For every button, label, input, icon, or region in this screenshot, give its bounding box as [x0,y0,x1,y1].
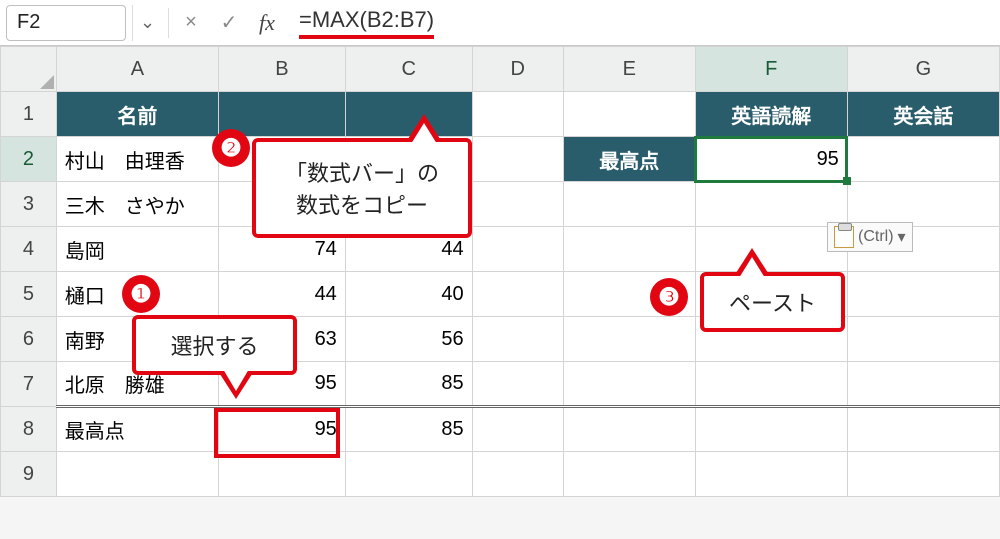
cell-F7[interactable] [695,362,847,407]
formula-bar: F2 ⌄ × ✓ fx =MAX(B2:B7) [0,0,1000,46]
row-header-2[interactable]: 2 [1,137,57,182]
cell-F2[interactable]: 95 [695,137,847,182]
annotation-badge-2: ❷ [212,129,250,167]
cell-D5[interactable] [472,272,563,317]
cell-A1[interactable]: 名前 [56,92,218,137]
cell-E6[interactable] [563,317,695,362]
row-header-3[interactable]: 3 [1,182,57,227]
cell-A8[interactable]: 最高点 [56,407,218,452]
cell-B8[interactable]: 95 [219,407,346,452]
col-header-G[interactable]: G [847,47,999,92]
cell-E9[interactable] [563,452,695,497]
cell-G9[interactable] [847,452,999,497]
annotation-callout-select: 選択する [132,315,297,375]
cell-G3[interactable] [847,182,999,227]
col-header-B[interactable]: B [219,47,346,92]
spreadsheet-grid: A B C D E F G 1 名前 英語読解 英会話 2 村山 由理香 最高点… [0,46,1000,497]
cell-A4[interactable]: 島岡 [56,227,218,272]
cell-D4[interactable] [472,227,563,272]
cell-E8[interactable] [563,407,695,452]
name-box-dropdown[interactable]: ⌄ [132,5,162,41]
callout-2-line1: 「数式バー」の [276,156,448,188]
cell-G8[interactable] [847,407,999,452]
row-9: 9 [1,452,1000,497]
annotation-badge-3: ❸ [650,278,688,316]
formula-input[interactable]: =MAX(B2:B7) [289,5,994,41]
name-box[interactable]: F2 [6,5,126,41]
name-box-value: F2 [17,11,40,34]
row-3: 3 三木 さやか 82 85 [1,182,1000,227]
row-header-5[interactable]: 5 [1,272,57,317]
row-header-8[interactable]: 8 [1,407,57,452]
paste-options-button[interactable]: (Ctrl) ▾ [827,222,913,252]
col-header-C[interactable]: C [345,47,472,92]
cell-A9[interactable] [56,452,218,497]
accept-formula-button[interactable]: ✓ [213,7,245,39]
cell-B9[interactable] [219,452,346,497]
row-8: 8 最高点 95 85 [1,407,1000,452]
cell-G7[interactable] [847,362,999,407]
cell-B5[interactable]: 44 [219,272,346,317]
row-header-9[interactable]: 9 [1,452,57,497]
callout-1-text: 選択する [170,334,258,359]
row-header-7[interactable]: 7 [1,362,57,407]
annotation-callout-formula-copy: 「数式バー」の 数式をコピー [252,138,472,238]
annotation-badge-1: ❶ [122,275,160,313]
cell-E4[interactable] [563,227,695,272]
cell-D7[interactable] [472,362,563,407]
cell-G1[interactable]: 英会話 [847,92,999,137]
chevron-down-icon: ▾ [898,227,906,247]
col-header-D[interactable]: D [472,47,563,92]
cell-G2[interactable] [847,137,999,182]
col-header-F[interactable]: F [695,47,847,92]
select-all-corner[interactable] [1,47,57,92]
cell-A3[interactable]: 三木 さやか [56,182,218,227]
formula-text: =MAX(B2:B7) [299,7,434,39]
cell-D8[interactable] [472,407,563,452]
row-header-1[interactable]: 1 [1,92,57,137]
cell-C8[interactable]: 85 [345,407,472,452]
cell-C7[interactable]: 85 [345,362,472,407]
callout-3-text: ペースト [729,291,816,316]
cell-E7[interactable] [563,362,695,407]
cell-C5[interactable]: 40 [345,272,472,317]
row-1: 1 名前 英語読解 英会話 [1,92,1000,137]
cell-A2[interactable]: 村山 由理香 [56,137,218,182]
cell-D1[interactable] [472,92,563,137]
row-header-4[interactable]: 4 [1,227,57,272]
row-header-6[interactable]: 6 [1,317,57,362]
cell-G5[interactable] [847,272,999,317]
cell-F9[interactable] [695,452,847,497]
row-2: 2 村山 由理香 最高点 95 [1,137,1000,182]
cell-E1[interactable] [563,92,695,137]
divider [168,8,169,38]
cell-F4[interactable] [695,227,847,272]
cell-F8[interactable] [695,407,847,452]
callout-2-line2: 数式をコピー [276,188,448,220]
insert-function-button[interactable]: fx [251,7,283,39]
cell-D3[interactable] [472,182,563,227]
cell-D2[interactable] [472,137,563,182]
cell-C6[interactable]: 56 [345,317,472,362]
paste-options-label: (Ctrl) [858,228,894,246]
column-header-row: A B C D E F G [1,47,1000,92]
cell-F3[interactable] [695,182,847,227]
cell-D6[interactable] [472,317,563,362]
grid-table: A B C D E F G 1 名前 英語読解 英会話 2 村山 由理香 最高点… [0,46,1000,497]
col-header-A[interactable]: A [56,47,218,92]
cell-F1[interactable]: 英語読解 [695,92,847,137]
cell-D9[interactable] [472,452,563,497]
cell-E3[interactable] [563,182,695,227]
clipboard-icon [834,226,854,248]
cell-C9[interactable] [345,452,472,497]
annotation-callout-paste: ペースト [700,272,845,332]
cell-E2[interactable]: 最高点 [563,137,695,182]
cell-G6[interactable] [847,317,999,362]
cancel-formula-button[interactable]: × [175,7,207,39]
col-header-E[interactable]: E [563,47,695,92]
